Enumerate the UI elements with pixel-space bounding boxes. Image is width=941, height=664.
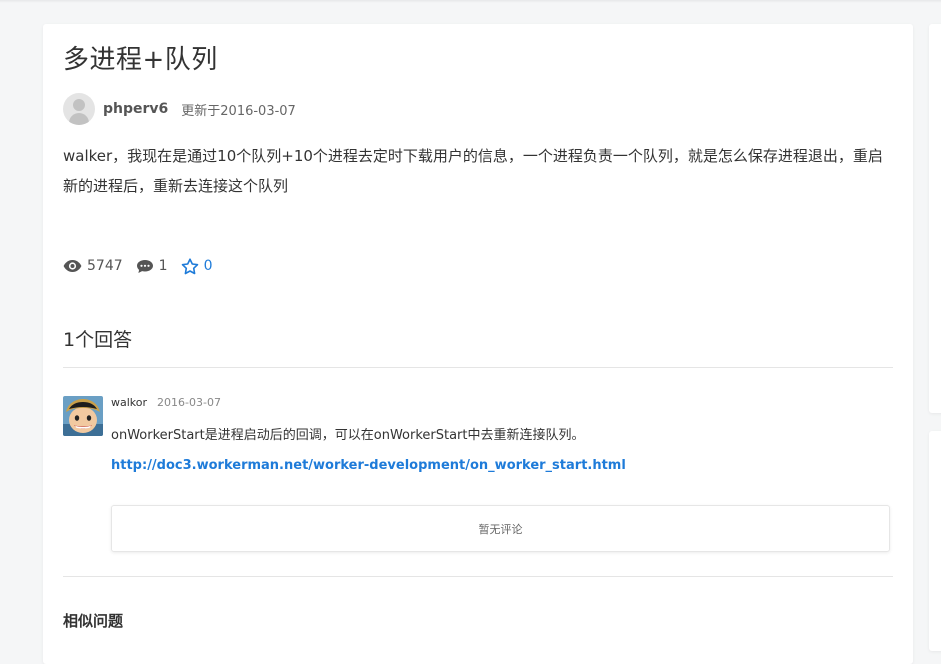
- question-author-link[interactable]: phperv6: [103, 101, 168, 117]
- answer-text: onWorkerStart是进程启动后的回调，可以在onWorkerStart中…: [111, 428, 585, 443]
- answer-author-link[interactable]: walkor: [111, 396, 147, 409]
- comment-icon: [136, 259, 153, 273]
- answer-meta: walkor 2016-03-07: [111, 396, 221, 409]
- question-updated-date: 更新于2016-03-07: [181, 103, 296, 119]
- no-comments-text: 暂无评论: [478, 522, 523, 536]
- top-bar-shadow: [0, 0, 941, 3]
- eye-icon: [63, 260, 82, 272]
- sidebar-card: [929, 431, 941, 651]
- cartoon-avatar-icon[interactable]: [63, 396, 103, 436]
- answer-date: 2016-03-07: [157, 396, 221, 409]
- favorite-button[interactable]: 0: [181, 257, 213, 275]
- answer-comments-box[interactable]: 暂无评论: [111, 505, 890, 552]
- views-count: 5747: [87, 258, 123, 274]
- views-stat: 5747: [63, 258, 123, 274]
- default-user-avatar-icon[interactable]: [63, 93, 95, 125]
- divider: [63, 367, 893, 368]
- question-meta: phperv6 更新于2016-03-07: [63, 93, 296, 125]
- question-content: walker，我现在是通过10个队列+10个进程去定时下载用户的信息，一个进程负…: [63, 147, 883, 195]
- comments-stat[interactable]: 1: [136, 258, 168, 274]
- question-title: 多进程+队列: [63, 45, 218, 75]
- comments-count: 1: [158, 258, 168, 274]
- question-card: 多进程+队列 phperv6 更新于2016-03-07 walker，我现在是…: [43, 24, 913, 664]
- answer-doc-link[interactable]: http://doc3.workerman.net/worker-develop…: [111, 456, 626, 476]
- similar-questions-heading: 相似问题: [63, 612, 124, 630]
- divider: [63, 576, 893, 577]
- sidebar-card: [929, 24, 941, 413]
- question-stats: 5747 1 0: [63, 254, 225, 278]
- favorites-count: 0: [203, 258, 213, 274]
- answers-heading: 1个回答: [63, 329, 133, 351]
- star-icon: [181, 257, 198, 274]
